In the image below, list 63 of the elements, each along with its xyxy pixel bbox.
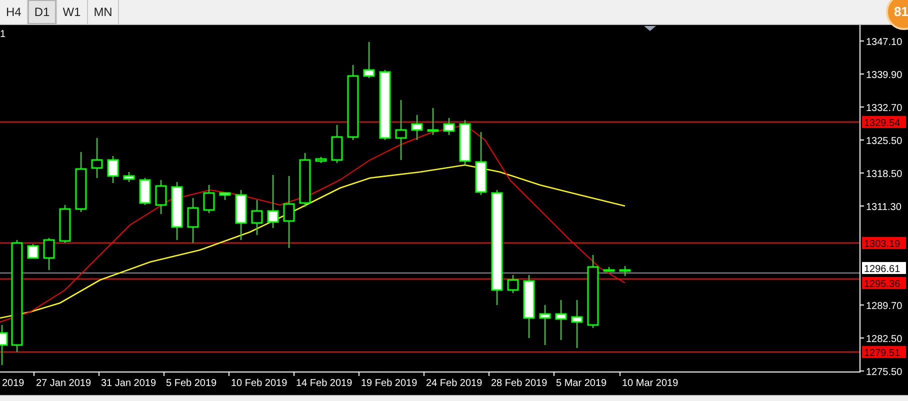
date-tick-label: 31 Jan 2019 <box>101 378 156 389</box>
date-tick-label: 5 Mar 2019 <box>556 378 607 389</box>
price-tick-label: 1339.90 <box>866 70 902 81</box>
price-tick-label: 1325.50 <box>866 136 902 147</box>
candle <box>0 324 8 366</box>
price-tick-label: 1311.30 <box>866 202 902 213</box>
candle <box>379 70 391 140</box>
candle <box>507 274 519 294</box>
symbol-label: 1 <box>0 29 6 40</box>
candle <box>235 190 247 240</box>
candle <box>139 178 151 206</box>
candle <box>411 114 423 140</box>
candle <box>171 182 183 240</box>
date-tick-label: 5 Feb 2019 <box>166 378 217 389</box>
price-level-tag: 1279.51 <box>862 346 906 359</box>
candle <box>619 266 631 276</box>
candle <box>267 174 279 228</box>
candle <box>459 120 471 166</box>
price-level-tag: 1329.54 <box>862 116 906 129</box>
price-level-tag: 1303.19 <box>862 237 906 250</box>
candle <box>203 184 215 214</box>
candle <box>187 198 199 244</box>
candle <box>539 304 551 346</box>
candle <box>555 300 567 340</box>
candle <box>219 192 231 200</box>
date-tick-label: 27 Jan 2019 <box>36 378 92 389</box>
candle <box>523 274 535 338</box>
candle <box>107 156 119 184</box>
candle <box>43 238 55 270</box>
price-level-tag: 1295.36 <box>862 277 906 290</box>
candle <box>75 152 87 212</box>
candle <box>59 204 71 244</box>
price-tick-label: 1282.50 <box>866 334 902 345</box>
candle <box>395 100 407 160</box>
candle <box>363 42 375 78</box>
candle <box>427 108 439 136</box>
candle <box>571 300 583 348</box>
price-tick-label: 1332.70 <box>866 103 902 114</box>
candle <box>331 124 343 164</box>
candle <box>155 180 167 214</box>
date-tick-label: 2019 <box>2 378 24 389</box>
candle <box>27 244 39 259</box>
timeframe-tab[interactable]: D1 <box>28 0 57 24</box>
date-tick-label: 19 Feb 2019 <box>361 378 418 389</box>
candle <box>315 156 327 164</box>
candle <box>299 152 311 208</box>
date-tick-label: 24 Feb 2019 <box>426 378 482 389</box>
candle <box>251 200 263 236</box>
candle <box>603 266 615 272</box>
candle <box>91 138 103 178</box>
price-tick-label: 1318.50 <box>866 169 902 180</box>
timeframe-tab[interactable]: W1 <box>56 0 88 24</box>
date-tick-label: 14 Feb 2019 <box>296 378 352 389</box>
candle <box>475 132 487 196</box>
price-tick-label: 1275.50 <box>866 367 902 378</box>
date-tick-label: 10 Feb 2019 <box>231 378 288 389</box>
bid-price-tag: 1296.61 <box>862 262 906 275</box>
price-tick-label: 1289.70 <box>866 301 902 312</box>
price-tick-label: 1347.10 <box>866 37 902 48</box>
date-tick-label: 28 Feb 2019 <box>491 378 548 389</box>
candle <box>443 118 455 136</box>
timeframe-tab[interactable]: MN <box>88 0 120 24</box>
date-tick-label: 10 Mar 2019 <box>622 378 678 389</box>
